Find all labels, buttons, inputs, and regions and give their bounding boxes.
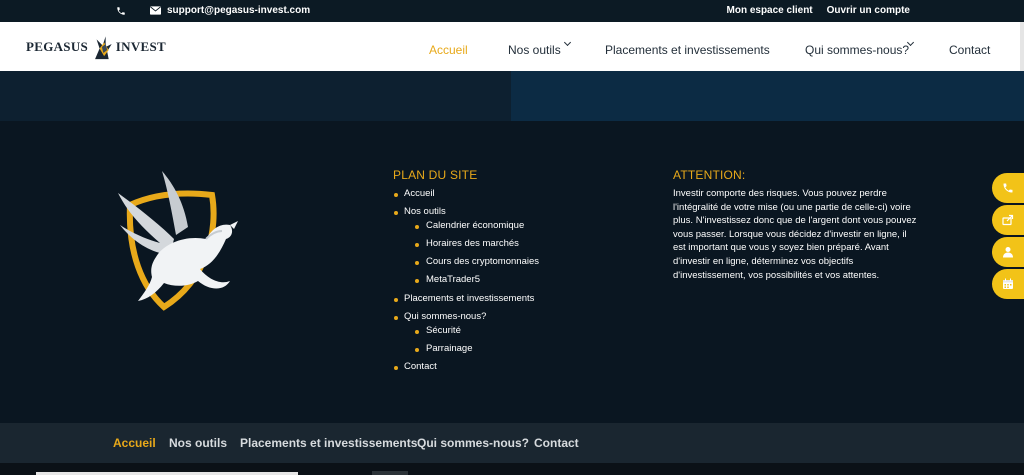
bullet-icon — [415, 243, 419, 247]
logo-text-invest: INVEST — [115, 39, 166, 54]
page-scrollbar[interactable] — [1020, 22, 1024, 71]
sitemap-item-accueil[interactable]: Accueil — [404, 188, 435, 199]
hero-band-left — [0, 71, 511, 121]
sitemap-item-calendrier[interactable]: Calendrier économique — [426, 220, 524, 231]
support-email-link[interactable]: support@pegasus-invest.com — [167, 5, 310, 16]
attention-title: ATTENTION: — [673, 168, 746, 182]
footer-nav: Accueil Nos outils Placements et investi… — [0, 423, 1024, 463]
nav-contact[interactable]: Contact — [949, 43, 990, 57]
sitemap-item-cryptomonnaies[interactable]: Cours des cryptomonnaies — [426, 256, 539, 267]
sitemap-title: PLAN DU SITE — [393, 168, 478, 182]
side-share-button[interactable] — [992, 205, 1024, 235]
nav-qui-sommes-nous[interactable]: Qui sommes-nous? — [805, 43, 909, 57]
side-user-button[interactable] — [992, 237, 1024, 267]
hero-band-right — [511, 71, 1024, 121]
footer-nav-nos-outils[interactable]: Nos outils — [169, 436, 227, 450]
open-account-link[interactable]: Ouvrir un compte — [827, 5, 910, 16]
sitemap-item-contact[interactable]: Contact — [404, 361, 437, 372]
account-links: Mon espace client Ouvrir un compte — [727, 5, 911, 16]
site-footer: PLAN DU SITE Accueil Nos outils Calendri… — [0, 121, 1024, 423]
calendar-icon — [1003, 278, 1013, 289]
footer-nav-placements[interactable]: Placements et investissements — [240, 436, 417, 450]
sitemap-item-qui-sommes-nous[interactable]: Qui sommes-nous? — [404, 311, 486, 322]
side-calendar-button[interactable] — [992, 269, 1024, 299]
phone-icon — [1003, 183, 1013, 193]
nav-nos-outils[interactable]: Nos outils — [508, 43, 561, 57]
bullet-icon — [415, 330, 419, 334]
bullet-icon — [394, 366, 398, 370]
contact-info: support@pegasus-invest.com — [116, 5, 310, 16]
chevron-down-icon — [563, 38, 572, 47]
bullet-icon — [415, 261, 419, 265]
bullet-icon — [394, 193, 398, 197]
sitemap-item-metatrader5[interactable]: MetaTrader5 — [426, 274, 480, 285]
bullet-icon — [394, 211, 398, 215]
site-logo[interactable]: PEGASUS INVEST — [26, 28, 166, 66]
mail-icon — [150, 6, 161, 15]
bottom-strip — [0, 463, 1024, 475]
user-icon — [1003, 247, 1013, 258]
phone-icon — [117, 6, 125, 15]
footer-nav-qui-sommes-nous[interactable]: Qui sommes-nous? — [417, 436, 529, 450]
bullet-icon — [415, 225, 419, 229]
logo-text-pegasus: PEGASUS — [26, 39, 89, 54]
bullet-icon — [415, 348, 419, 352]
top-bar: support@pegasus-invest.com Mon espace cl… — [0, 0, 1024, 22]
sitemap-item-securite[interactable]: Sécurité — [426, 325, 461, 336]
footer-nav-accueil[interactable]: Accueil — [113, 436, 156, 450]
sitemap-item-nos-outils[interactable]: Nos outils — [404, 206, 446, 217]
bullet-icon — [394, 298, 398, 302]
bottom-bar-right — [372, 471, 408, 475]
sitemap-item-parrainage[interactable]: Parrainage — [426, 343, 472, 354]
attention-text: Investir comporte des risques. Vous pouv… — [673, 188, 917, 281]
footer-nav-contact[interactable]: Contact — [534, 436, 579, 450]
nav-placements[interactable]: Placements et investissements — [605, 43, 770, 57]
bullet-icon — [394, 316, 398, 320]
client-area-link[interactable]: Mon espace client — [727, 5, 813, 16]
bullet-icon — [415, 279, 419, 283]
pegasus-emblem-icon — [118, 171, 238, 311]
pegasus-logo-icon — [95, 36, 112, 60]
sitemap-item-horaires[interactable]: Horaires des marchés — [426, 238, 519, 249]
sitemap-item-placements[interactable]: Placements et investissements — [404, 293, 534, 304]
share-icon — [1002, 214, 1014, 226]
side-call-button[interactable] — [992, 173, 1024, 203]
nav-accueil[interactable]: Accueil — [429, 43, 468, 57]
site-header: PEGASUS INVEST Accueil Nos outils Placem… — [0, 22, 1024, 71]
